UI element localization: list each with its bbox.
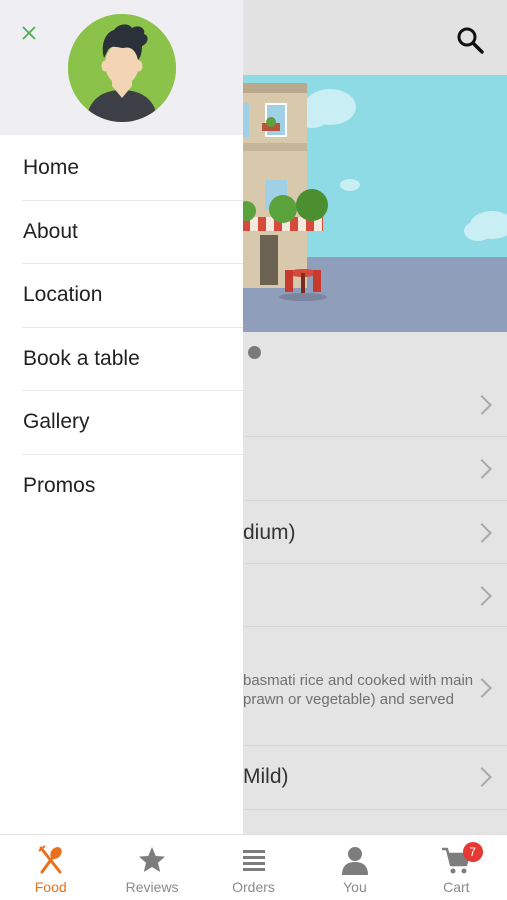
bottom-navigation: Food Reviews Orders You 7 Cart [0,834,507,900]
nav-tab-reviews[interactable]: Reviews [101,835,202,900]
chevron-right-icon [472,395,492,415]
list-item[interactable]: Mild) [243,746,507,810]
avatar[interactable] [68,14,176,122]
nav-tab-orders[interactable]: Orders [203,835,304,900]
menu-item-location[interactable]: Location [22,264,243,328]
list-icon [242,850,265,871]
drawer-menu: Home About Location Book a table Gallery… [0,137,243,518]
nav-tab-food[interactable]: Food [0,835,101,900]
search-icon[interactable] [455,25,485,55]
menu-item-about[interactable]: About [22,201,243,264]
chevron-right-icon [472,767,492,787]
list-item[interactable] [243,437,507,501]
menu-item-promos[interactable]: Promos [22,455,243,519]
list-item[interactable] [243,564,507,627]
cart-count-badge: 7 [462,842,483,862]
menu-item-book-a-table[interactable]: Book a table [22,328,243,391]
menu-item-home[interactable]: Home [22,137,243,201]
list-item[interactable]: basmati rice and cooked with main prawn … [243,627,507,746]
nav-tab-you[interactable]: You [304,835,405,900]
close-icon[interactable] [18,22,40,44]
nav-tab-cart[interactable]: 7 Cart [406,835,507,900]
chevron-right-icon [472,678,492,698]
chevron-right-icon [472,586,492,606]
fork-spoon-icon [38,845,62,874]
list-item[interactable] [243,373,507,437]
chevron-right-icon [472,523,492,543]
chevron-right-icon [472,459,492,479]
list-item[interactable]: dium) [243,501,507,564]
carousel-indicator-dot[interactable] [248,346,261,359]
person-icon [341,847,368,875]
star-icon [139,847,166,872]
navigation-drawer: Home About Location Book a table Gallery… [0,0,243,834]
drawer-header [0,0,243,135]
menu-item-gallery[interactable]: Gallery [22,391,243,455]
